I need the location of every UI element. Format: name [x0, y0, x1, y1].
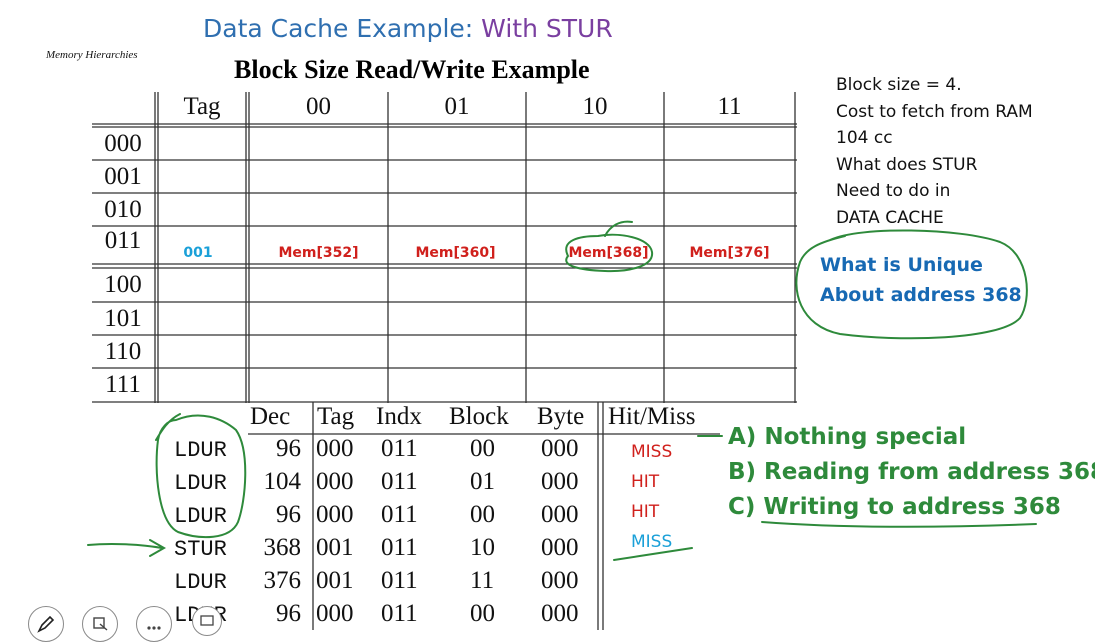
ink-circle-ldur — [155, 413, 247, 539]
ink-circle-368 — [565, 220, 654, 273]
ink-underline-answer-c — [761, 521, 1037, 528]
more-icon[interactable] — [136, 606, 172, 642]
screen-icon[interactable] — [192, 606, 222, 636]
ink-arrow-stur — [87, 539, 167, 557]
ink-annotations — [87, 220, 1037, 561]
ink-underline-miss — [613, 547, 693, 561]
pen-icon[interactable] — [28, 606, 64, 642]
pointer-icon[interactable] — [82, 606, 118, 642]
presentation-toolbar — [0, 600, 260, 642]
ink-circle-question — [795, 229, 1028, 340]
